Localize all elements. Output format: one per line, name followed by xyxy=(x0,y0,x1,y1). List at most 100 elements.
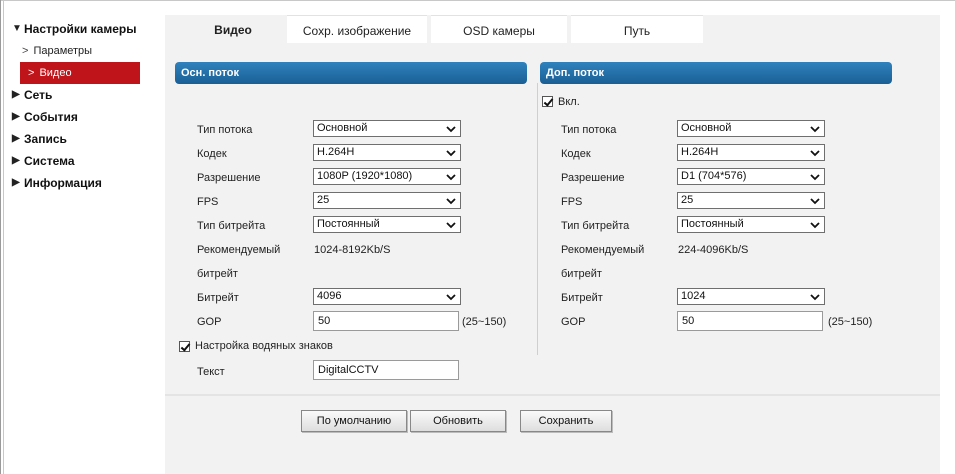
chevron-right-icon: > xyxy=(22,45,29,57)
main-codec-select[interactable]: H.264H xyxy=(313,144,461,161)
chevron-down-icon xyxy=(446,222,456,229)
sub-stream-enable-label: Вкл. xyxy=(558,96,580,108)
chevron-down-icon xyxy=(810,174,820,181)
main-gop-label: GOP xyxy=(197,316,222,328)
triangle-right-icon: ▶ xyxy=(12,111,20,122)
sub-stream-enable-checkbox[interactable] xyxy=(542,96,553,107)
sub-bitrate-label: Битрейт xyxy=(561,292,603,304)
main-recommended-label: Рекомендуемый xyxy=(197,244,281,256)
sub-codec-label: Кодек xyxy=(561,148,591,160)
sidebar-item-events[interactable]: ▶ События xyxy=(12,106,162,128)
triangle-down-icon: ▼ xyxy=(12,23,22,34)
sub-bitrate-type-label: Тип битрейта xyxy=(561,220,630,232)
watermark-text-input[interactable]: DigitalCCTV xyxy=(313,360,459,380)
select-value: 25 xyxy=(317,194,330,206)
sub-fps-select[interactable]: 25 xyxy=(677,192,825,209)
tab-path[interactable]: Путь xyxy=(571,15,703,43)
chevron-down-icon xyxy=(446,174,456,181)
tab-bar: Видео Сохр. изображение OSD камеры Путь xyxy=(183,15,707,43)
frame-left-border xyxy=(0,0,4,474)
sub-bitrate-type-select[interactable]: Постоянный xyxy=(677,216,825,233)
chevron-down-icon xyxy=(810,150,820,157)
sub-resolution-label: Разрешение xyxy=(561,172,625,184)
chevron-down-icon xyxy=(810,198,820,205)
main-resolution-select[interactable]: 1080P (1920*1080) xyxy=(313,168,461,185)
main-stream-type-label: Тип потока xyxy=(197,124,253,136)
sidebar-item-label: Запись xyxy=(24,132,67,146)
watermark-label: Настройка водяных знаков xyxy=(195,340,333,352)
sub-gop-input[interactable]: 50 xyxy=(677,311,823,331)
sub-fps-label: FPS xyxy=(561,196,583,208)
chevron-down-icon xyxy=(810,294,820,301)
chevron-right-icon: > xyxy=(28,67,35,79)
main-recommended-value: 1024-8192Kb/S xyxy=(314,244,391,256)
chevron-down-icon xyxy=(810,222,820,229)
main-bitrate-select[interactable]: 4096 xyxy=(313,288,461,305)
main-bitrate-type-select[interactable]: Постоянный xyxy=(313,216,461,233)
select-value: Основной xyxy=(681,122,732,134)
select-value: Основной xyxy=(317,122,368,134)
main-recommended-label-2: битрейт xyxy=(197,268,238,280)
sidebar-item-system[interactable]: ▶ Система xyxy=(12,150,162,172)
select-value: H.264H xyxy=(681,146,719,158)
stream-divider xyxy=(537,83,538,355)
select-value: Постоянный xyxy=(317,218,380,230)
tab-osd[interactable]: OSD камеры xyxy=(431,15,567,43)
triangle-right-icon: ▶ xyxy=(12,177,20,188)
refresh-button[interactable]: Обновить xyxy=(410,410,506,432)
tab-video[interactable]: Видео xyxy=(183,15,283,43)
sidebar-item-label: Информация xyxy=(24,176,102,190)
watermark-text-label: Текст xyxy=(197,366,225,378)
sidebar-item-params[interactable]: > Параметры xyxy=(12,40,162,62)
sidebar-item-label: Параметры xyxy=(33,45,93,57)
main-gop-input[interactable]: 50 xyxy=(313,311,459,331)
select-value: 1024 xyxy=(681,290,706,302)
chevron-down-icon xyxy=(446,126,456,133)
sidebar-item-label: Сеть xyxy=(24,88,53,102)
footer-divider xyxy=(165,394,940,396)
select-value: D1 (704*576) xyxy=(681,170,747,182)
triangle-right-icon: ▶ xyxy=(12,133,20,144)
sub-stream-type-label: Тип потока xyxy=(561,124,617,136)
default-button[interactable]: По умолчанию xyxy=(301,410,407,432)
main-fps-select[interactable]: 25 xyxy=(313,192,461,209)
select-value: 1080P (1920*1080) xyxy=(317,170,413,182)
sidebar-item-info[interactable]: ▶ Информация xyxy=(12,172,162,194)
sub-gop-range: (25~150) xyxy=(828,316,873,328)
sub-recommended-label-2: битрейт xyxy=(561,268,602,280)
sub-bitrate-select[interactable]: 1024 xyxy=(677,288,825,305)
tab-save-image[interactable]: Сохр. изображение xyxy=(287,15,427,43)
chevron-down-icon xyxy=(446,150,456,157)
sidebar-item-label: Видео xyxy=(39,67,72,79)
main-fps-label: FPS xyxy=(197,196,219,208)
sidebar-nav: ▼ Настройки камеры > Параметры > Видео ▶ С… xyxy=(12,18,162,194)
sidebar-item-network[interactable]: ▶ Сеть xyxy=(12,84,162,106)
sub-stream-type-select[interactable]: Основной xyxy=(677,120,825,137)
watermark-checkbox[interactable] xyxy=(179,341,190,352)
sub-resolution-select[interactable]: D1 (704*576) xyxy=(677,168,825,185)
main-resolution-label: Разрешение xyxy=(197,172,261,184)
sub-recommended-value: 224-4096Kb/S xyxy=(678,244,749,256)
sub-recommended-label: Рекомендуемый xyxy=(561,244,645,256)
select-value: 25 xyxy=(681,194,694,206)
main-gop-range: (25~150) xyxy=(462,316,507,328)
main-codec-label: Кодек xyxy=(197,148,227,160)
select-value: 4096 xyxy=(317,290,342,302)
chevron-down-icon xyxy=(446,198,456,205)
sub-codec-select[interactable]: H.264H xyxy=(677,144,825,161)
sidebar-item-label: Система xyxy=(24,154,75,168)
main-stream-header: Осн. поток xyxy=(175,62,527,84)
sidebar-item-label: События xyxy=(24,110,78,124)
main-bitrate-label: Битрейт xyxy=(197,292,239,304)
triangle-right-icon: ▶ xyxy=(12,155,20,166)
sub-stream-header: Доп. поток xyxy=(540,62,892,84)
select-value: H.264H xyxy=(317,146,355,158)
sidebar-item-video[interactable]: > Видео xyxy=(20,62,140,84)
save-button[interactable]: Сохранить xyxy=(520,410,612,432)
chevron-down-icon xyxy=(810,126,820,133)
sidebar-item-camera-settings[interactable]: ▼ Настройки камеры xyxy=(12,18,162,40)
sidebar-item-record[interactable]: ▶ Запись xyxy=(12,128,162,150)
triangle-right-icon: ▶ xyxy=(12,89,20,100)
chevron-down-icon xyxy=(446,294,456,301)
main-stream-type-select[interactable]: Основной xyxy=(313,120,461,137)
